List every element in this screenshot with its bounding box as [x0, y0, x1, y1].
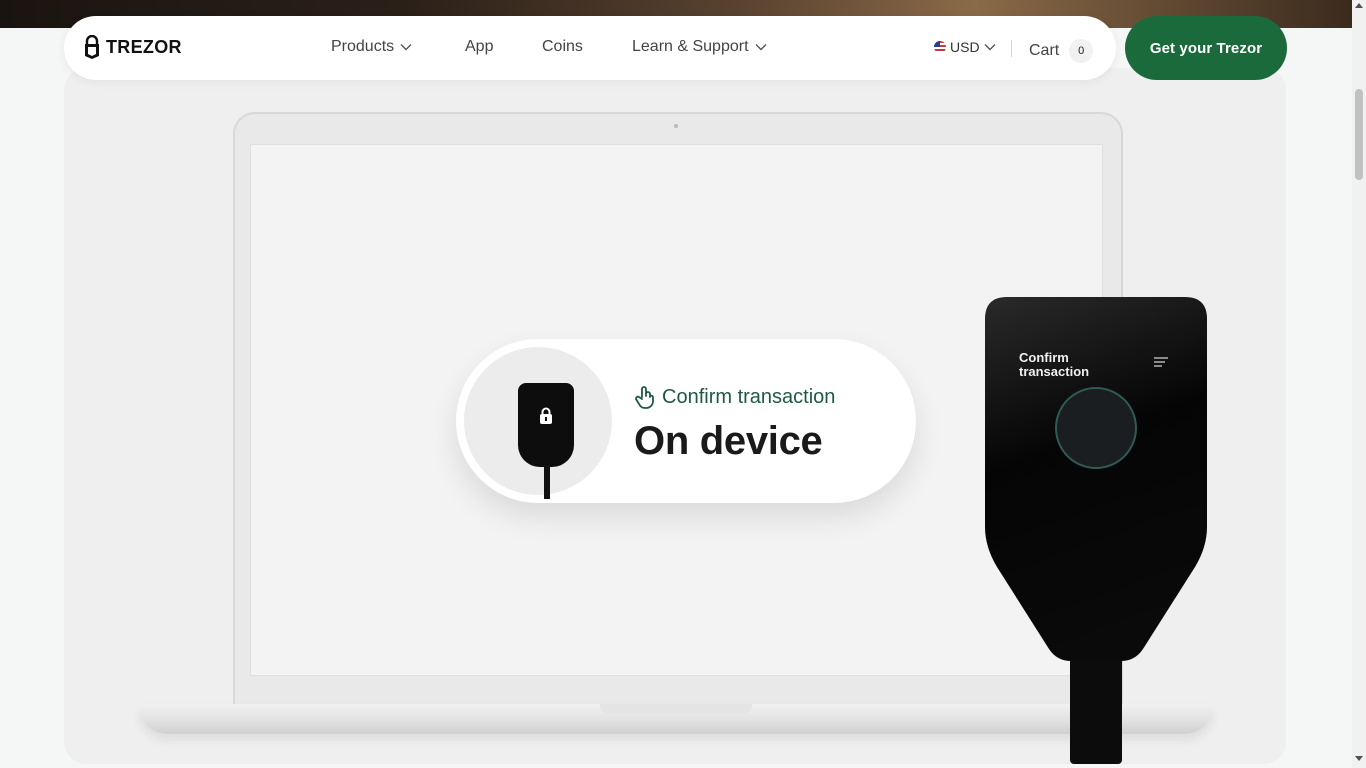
- nav-app[interactable]: App: [465, 38, 493, 56]
- nav-coins[interactable]: Coins: [542, 38, 583, 56]
- trezor-lock-icon: [85, 35, 99, 59]
- device-confirm-button: [1055, 387, 1137, 469]
- laptop-base: [140, 704, 1212, 734]
- device-thumbnail: [464, 347, 612, 499]
- trezor-logo[interactable]: TREZOR: [84, 35, 182, 59]
- nav-learn-support[interactable]: Learn & Support: [632, 38, 767, 56]
- laptop-camera: [674, 124, 678, 128]
- menu-icon: [1154, 357, 1168, 367]
- currency-selector[interactable]: USD: [934, 39, 996, 55]
- lock-icon: [538, 407, 554, 425]
- nav-coins-label: Coins: [542, 38, 583, 55]
- confirm-title: On device: [634, 419, 823, 463]
- brand-name: TREZOR: [106, 36, 182, 57]
- confirm-transaction-card: Confirm transaction On device: [456, 339, 916, 503]
- top-navigation: TREZOR Products App Coins Learn & Suppor…: [64, 16, 1116, 80]
- device-cable: [1070, 661, 1122, 764]
- cart-count-badge: 0: [1069, 39, 1094, 63]
- tap-hand-icon: [635, 386, 654, 409]
- chevron-down-icon: [755, 44, 767, 51]
- us-flag-icon: [934, 41, 946, 53]
- confirm-subtitle-text: Confirm transaction: [662, 385, 836, 408]
- scrollbar-thumb[interactable]: [1355, 89, 1363, 180]
- cart-label: Cart: [1029, 42, 1060, 59]
- chevron-down-icon: [984, 44, 996, 51]
- get-your-trezor-button[interactable]: Get your Trezor: [1125, 16, 1287, 80]
- nav-app-label: App: [465, 38, 494, 55]
- device-screen-text: Confirm transaction: [1019, 350, 1090, 379]
- cart-button[interactable]: Cart 0: [1029, 39, 1094, 63]
- page-scrollbar[interactable]: [1352, 0, 1366, 768]
- scroll-down-arrow-icon[interactable]: [1355, 756, 1363, 762]
- scroll-up-arrow-icon[interactable]: [1355, 2, 1363, 8]
- confirm-subtitle: Confirm transaction: [634, 385, 835, 409]
- nav-products[interactable]: Products: [331, 38, 412, 56]
- hero-illustration: Confirm transaction On device Confirm tr…: [64, 68, 1286, 764]
- currency-label: USD: [950, 39, 980, 55]
- nav-learn-support-label: Learn & Support: [632, 38, 749, 55]
- nav-divider: [1011, 40, 1012, 57]
- mini-device-icon: [518, 383, 574, 467]
- nav-products-label: Products: [331, 38, 395, 55]
- chevron-down-icon: [400, 44, 412, 51]
- mini-cable: [544, 465, 550, 499]
- laptop-notch: [600, 704, 752, 714]
